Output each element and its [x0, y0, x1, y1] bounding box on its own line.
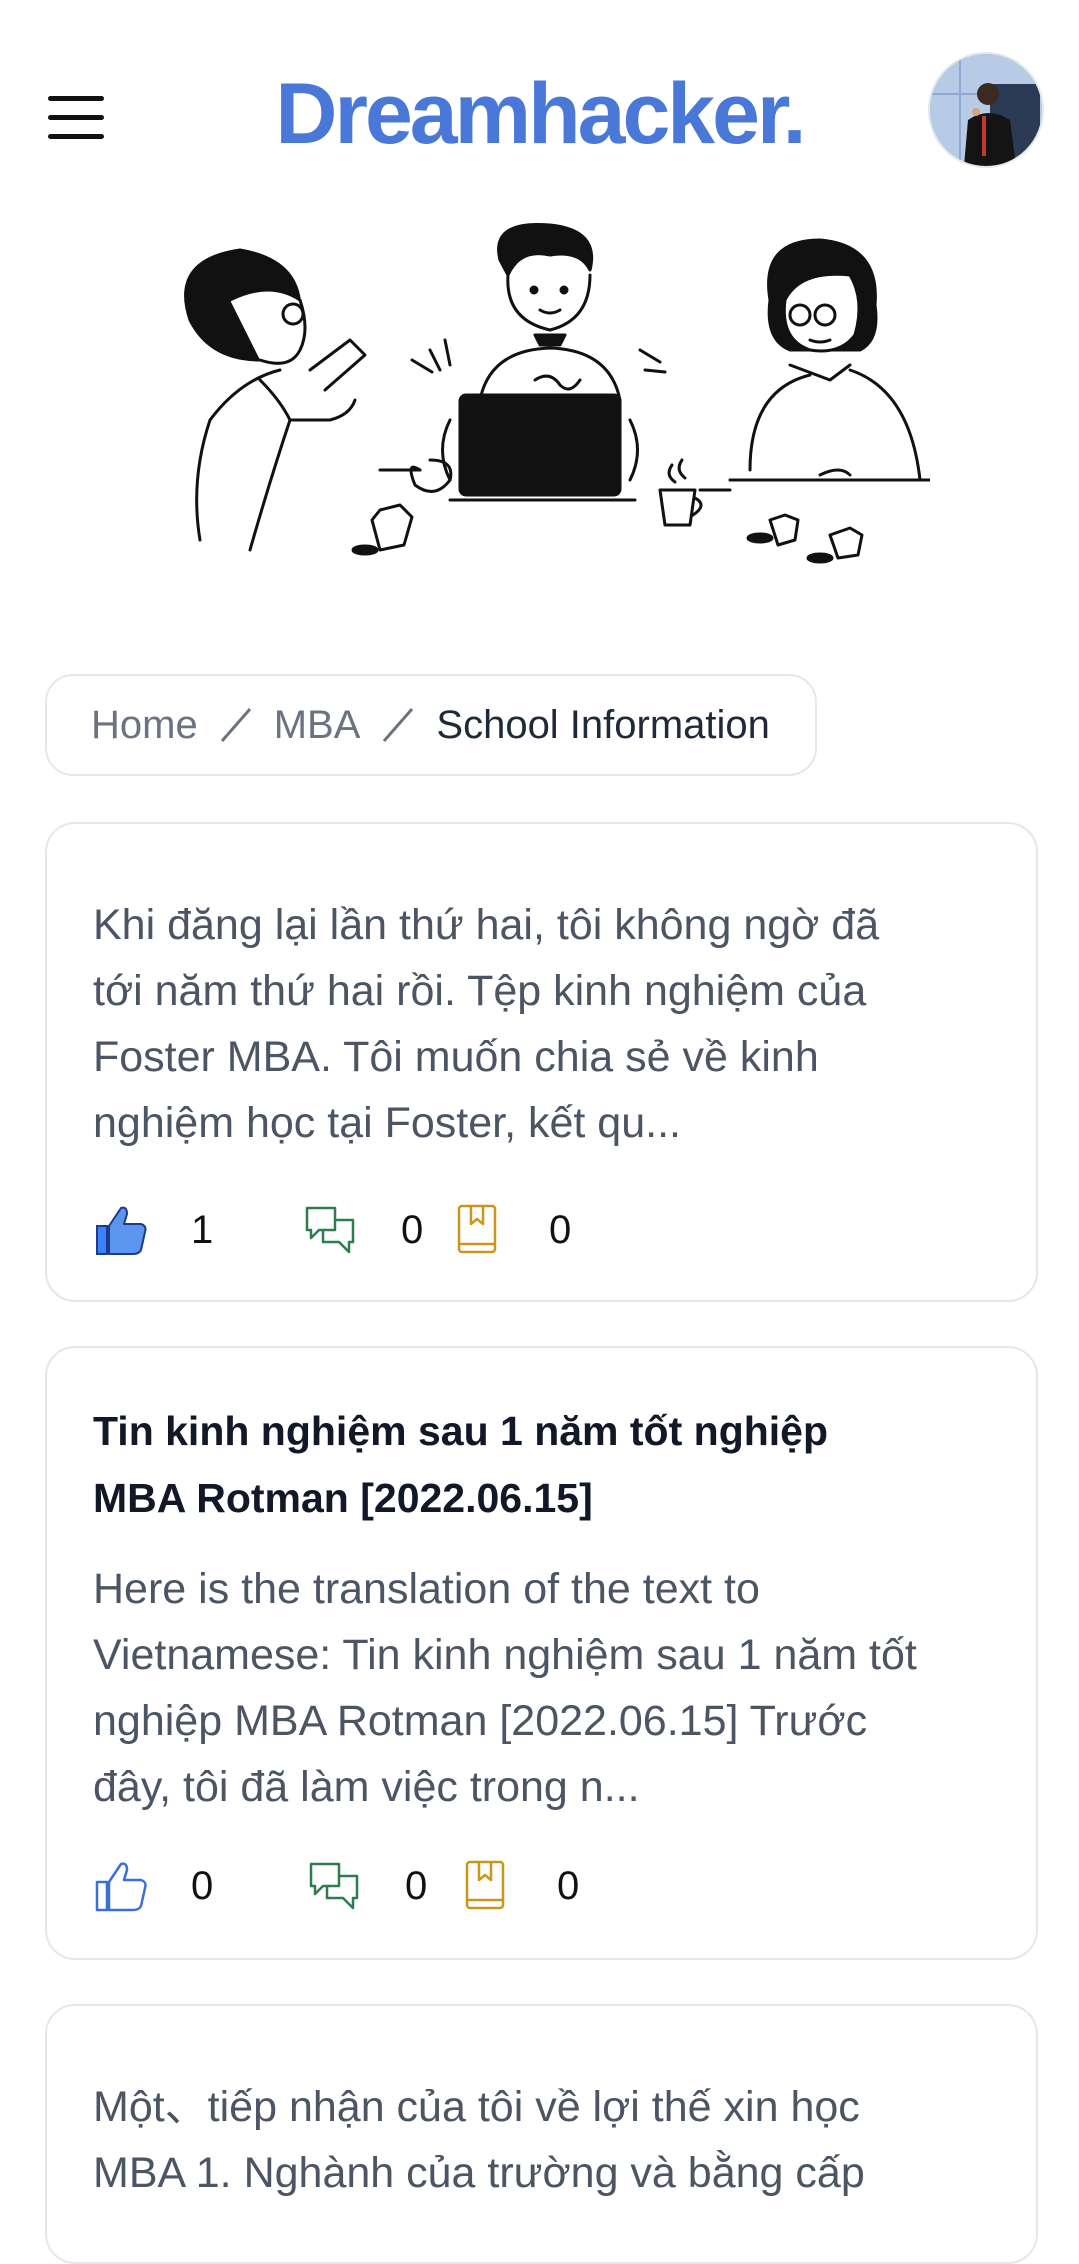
excerpt-line: Here is the translation of the text to: [93, 1565, 760, 1613]
bookmark-count: 0: [557, 1863, 580, 1908]
like-count: 1: [191, 1207, 214, 1252]
title-line: Tin kinh nghiệm sau 1 năm tốt nghiệp: [93, 1408, 829, 1454]
like-button[interactable]: 1: [93, 1200, 213, 1260]
excerpt-line: Foster MBA. Tôi muốn chia sẻ về kinh: [93, 1033, 819, 1081]
like-button[interactable]: 0: [93, 1856, 213, 1916]
comment-button[interactable]: 0: [303, 1200, 423, 1260]
excerpt-line: MBA 1. Nghành của trường và bằng cấp: [93, 2149, 865, 2197]
post-title[interactable]: Tin kinh nghiệm sau 1 năm tốt nghiệp MBA…: [93, 1398, 993, 1532]
excerpt-line: nghiệp MBA Rotman [2022.06.15] Trước: [93, 1697, 868, 1745]
comment-button[interactable]: 0: [307, 1856, 427, 1916]
comment-bubbles-icon: [305, 1206, 355, 1254]
breadcrumb: Home MBA School Information: [45, 674, 817, 776]
app-header: Dreamhacker.: [0, 0, 1079, 220]
bookmark-book-icon: [457, 1204, 497, 1254]
comment-count: 0: [405, 1863, 428, 1908]
post-card[interactable]: Tin kinh nghiệm sau 1 năm tốt nghiệp MBA…: [45, 1346, 1038, 1960]
title-line: MBA Rotman [2022.06.15]: [93, 1475, 593, 1521]
bookmark-book-icon: [465, 1860, 505, 1910]
post-excerpt: Here is the translation of the text to V…: [93, 1556, 1003, 1820]
post-excerpt: Khi đăng lại lần thứ hai, tôi không ngờ …: [93, 892, 1003, 1156]
hero-illustration: [184, 222, 930, 564]
bookmark-button[interactable]: 0: [451, 1200, 571, 1260]
post-card[interactable]: Khi đăng lại lần thứ hai, tôi không ngờ …: [45, 822, 1038, 1302]
post-stats: 1 0 0: [93, 1200, 993, 1260]
post-excerpt: Một、tiếp nhận của tôi về lợi thế xin học…: [93, 2074, 1003, 2206]
user-avatar[interactable]: [928, 52, 1044, 168]
breadcrumb-separator-icon: [380, 705, 416, 745]
excerpt-line: tới năm thứ hai rồi. Tệp kinh nghiệm của: [93, 967, 867, 1015]
excerpt-line: nghiệm học tại Foster, kết qu...: [93, 1099, 681, 1147]
excerpt-line: Khi đăng lại lần thứ hai, tôi không ngờ …: [93, 901, 880, 949]
site-logo[interactable]: Dreamhacker.: [0, 64, 1079, 164]
breadcrumb-separator-icon: [218, 705, 254, 745]
thumbs-up-filled-icon: [96, 1206, 147, 1255]
breadcrumb-mba[interactable]: MBA: [274, 703, 361, 748]
like-count: 0: [191, 1863, 214, 1908]
post-stats: 0 0 0: [93, 1856, 993, 1916]
excerpt-line: Vietnamese: Tin kinh nghiệm sau 1 năm tố…: [93, 1631, 917, 1679]
thumbs-up-outline-icon: [95, 1862, 147, 1912]
breadcrumb-home[interactable]: Home: [91, 703, 198, 748]
comment-count: 0: [401, 1207, 424, 1252]
excerpt-line: đây, tôi đã làm việc trong n...: [93, 1763, 640, 1811]
comment-bubbles-icon: [309, 1862, 359, 1910]
bookmark-button[interactable]: 0: [459, 1856, 579, 1916]
bookmark-count: 0: [549, 1207, 572, 1252]
post-card[interactable]: Một、tiếp nhận của tôi về lợi thế xin học…: [45, 2004, 1038, 2264]
breadcrumb-current: School Information: [436, 702, 770, 747]
excerpt-line: Một、tiếp nhận của tôi về lợi thế xin học: [93, 2083, 860, 2131]
